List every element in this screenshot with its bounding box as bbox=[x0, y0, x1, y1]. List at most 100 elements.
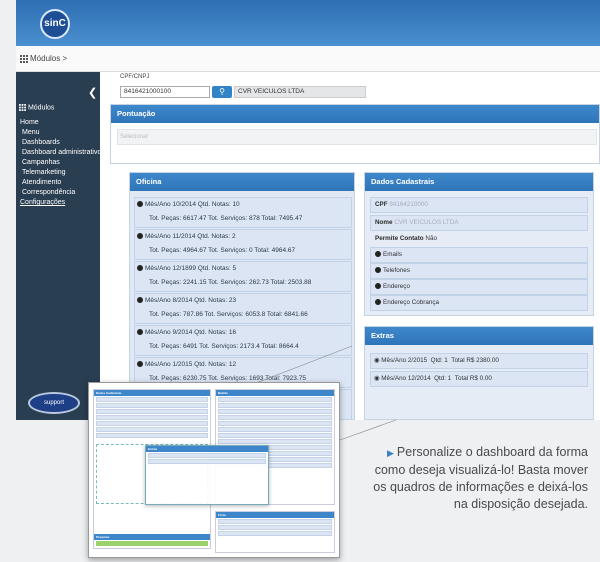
preview-row bbox=[218, 439, 332, 444]
oficina-row[interactable]: Mês/Ano 9/2014 Qtd. Notas: 16 Tot. Peças:… bbox=[134, 325, 352, 356]
sidebar-item-dashboards[interactable]: Dashboards bbox=[20, 138, 101, 148]
sinc-logo: sinC bbox=[40, 9, 70, 39]
oficina-row[interactable]: Mês/Ano 12/1899 Qtd. Notas: 5 Tot. Peças:… bbox=[134, 261, 352, 292]
oficina-row-totals: Tot. Peças: 787.86 Tot. Serviços: 6053.8… bbox=[149, 311, 308, 318]
expand-icon[interactable] bbox=[137, 361, 143, 368]
mes-ano-text: Mês/Ano 10/2014 Qtd. Notas: 10 bbox=[145, 201, 240, 208]
expand-icon bbox=[375, 267, 381, 274]
support-logo: support bbox=[28, 392, 80, 414]
extras-title[interactable]: Extras bbox=[365, 327, 593, 345]
breadcrumb: Módulos > bbox=[16, 46, 600, 72]
preview-row bbox=[218, 427, 332, 432]
oficina-row-totals: Tot. Peças: 4964.67 Tot. Serviços: 0 Tot… bbox=[149, 247, 296, 254]
endereco-cobranca-label: Endereço Cobrança bbox=[383, 299, 440, 306]
pontuacao-title[interactable]: Pontuação bbox=[111, 105, 599, 123]
total-label: Total bbox=[454, 375, 469, 382]
telefones-link[interactable]: Telefones bbox=[370, 263, 588, 279]
eye-icon: ◉ bbox=[374, 375, 380, 382]
extras-row[interactable]: ◉ Mês/Ano 12/2014 Qtd: 1 Total R$ 0.00 bbox=[370, 371, 588, 387]
dados-cadastrais-panel: Dados Cadastrais CPF 84164210000 Nome CV… bbox=[364, 172, 594, 316]
expand-icon[interactable] bbox=[137, 329, 143, 336]
sidebar-item-atendimento[interactable]: Atendimento bbox=[20, 178, 101, 188]
oficina-row-summary: Mês/Ano 12/1899 Qtd. Notas: 5 bbox=[137, 265, 236, 272]
sidebar-modules-header[interactable]: Módulos bbox=[19, 104, 54, 111]
preview-row bbox=[218, 409, 332, 414]
sidebar-item-home[interactable]: Home bbox=[20, 118, 101, 128]
grid-icon[interactable] bbox=[20, 55, 28, 63]
expand-icon[interactable] bbox=[137, 201, 143, 208]
mes-ano-text: Mês/Ano 9/2014 Qtd. Notas: 16 bbox=[145, 329, 237, 336]
search-button[interactable]: ⚲ bbox=[212, 86, 232, 98]
oficina-row-totals: Tot. Peças: 2241.15 Tot. Serviços: 262.7… bbox=[149, 279, 312, 286]
preview-row bbox=[218, 421, 332, 426]
qtd-value: 1 bbox=[444, 357, 448, 364]
preview-row bbox=[96, 397, 208, 402]
contato-label: Permite Contato bbox=[375, 235, 424, 242]
oficina-row-summary: Mês/Ano 9/2014 Qtd. Notas: 16 bbox=[137, 329, 236, 336]
endereco-link[interactable]: Endereço bbox=[370, 279, 588, 295]
mes-ano-label: Mês/Ano bbox=[381, 357, 407, 364]
dashboard-preview-inset: Dados Cadastrais Pesquisa Balcão Frota E… bbox=[88, 382, 340, 558]
mes-ano-label: Mês/Ano bbox=[381, 375, 407, 382]
endereco-cobranca-link[interactable]: Endereço Cobrança bbox=[370, 295, 588, 311]
collapse-chevron-icon[interactable]: ❮ bbox=[88, 86, 97, 99]
preview-row bbox=[218, 415, 332, 420]
expand-icon[interactable] bbox=[137, 297, 143, 304]
nome-row: Nome CVR VEICULOS LTDA bbox=[370, 215, 588, 231]
contato-row: Permite Contato Não bbox=[370, 231, 588, 247]
expand-icon[interactable] bbox=[137, 233, 143, 240]
breadcrumb-text[interactable]: Módulos > bbox=[30, 54, 67, 63]
sidebar-item-menu[interactable]: Menu bbox=[20, 128, 101, 138]
preview-row bbox=[96, 403, 208, 408]
extras-row[interactable]: ◉ Mês/Ano 2/2015 Qtd: 1 Total R$ 2380.00 bbox=[370, 353, 588, 369]
sidebar-menu: Home Menu Dashboards Dashboard administr… bbox=[20, 118, 101, 208]
preview-row bbox=[148, 453, 266, 458]
sidebar-item-campanhas[interactable]: Campanhas bbox=[20, 158, 101, 168]
cpf-cnpj-label: CPF/CNPJ bbox=[120, 74, 150, 80]
dados-cadastrais-title[interactable]: Dados Cadastrais bbox=[365, 173, 593, 191]
oficina-row[interactable]: Mês/Ano 11/2014 Qtd. Notas: 2 Tot. Peças:… bbox=[134, 229, 352, 260]
preview-balcao-title: Balcão bbox=[216, 390, 334, 396]
pontuacao-select[interactable]: Selecionar bbox=[117, 129, 597, 145]
sidebar: ❮ Módulos Home Menu Dashboards Dashboard… bbox=[16, 72, 101, 420]
sidebar-modules-label: Módulos bbox=[27, 104, 55, 112]
preview-row bbox=[148, 459, 266, 464]
eye-icon: ◉ bbox=[374, 357, 380, 364]
expand-icon[interactable] bbox=[137, 265, 143, 272]
preview-extras-title: Extras bbox=[146, 446, 268, 452]
oficina-row-totals: Tot. Peças: 6617.47 Tot. Serviços: 878 T… bbox=[149, 215, 303, 222]
triangle-bullet-icon: ▶ bbox=[386, 448, 394, 458]
oficina-row-totals: Tot. Peças: 6491 Tot. Serviços: 2173.4 T… bbox=[149, 343, 299, 350]
grid-icon bbox=[19, 104, 26, 111]
mes-ano-text: Mês/Ano 11/2014 Qtd. Notas: 2 bbox=[145, 233, 236, 240]
preview-row bbox=[96, 421, 208, 426]
oficina-row[interactable]: Mês/Ano 10/2014 Qtd. Notas: 10 Tot. Peças… bbox=[134, 197, 352, 228]
sidebar-item-dashboard-admin[interactable]: Dashboard administrativo bbox=[20, 148, 101, 158]
qtd-value: 1 bbox=[447, 375, 452, 382]
promo-text: ▶ Personalize o dashboard da forma como d… bbox=[370, 444, 588, 513]
preview-row bbox=[218, 525, 332, 530]
oficina-row-totals: Tot. Peças: 6230.75 Tot. Serviços: 1693 … bbox=[149, 375, 306, 382]
total-label: Total bbox=[451, 357, 465, 364]
oficina-row-summary: Mês/Ano 11/2014 Qtd. Notas: 2 bbox=[137, 233, 236, 240]
nome-value: CVR VEICULOS LTDA bbox=[394, 219, 459, 226]
emails-link[interactable]: Emails bbox=[370, 247, 588, 263]
cpf-cnpj-input[interactable]: 8416421000100 bbox=[120, 86, 210, 98]
sidebar-item-telemarketing[interactable]: Telemarketing bbox=[20, 168, 101, 178]
preview-pesquisa-title: Pesquisa bbox=[94, 534, 210, 540]
preview-row bbox=[218, 403, 332, 408]
oficina-row[interactable]: Mês/Ano 8/2014 Qtd. Notas: 23 Tot. Peças:… bbox=[134, 293, 352, 324]
nome-label: Nome bbox=[375, 219, 393, 226]
qtd-label: Qtd: bbox=[430, 357, 443, 364]
sidebar-item-correspondencia[interactable]: Correspondência bbox=[20, 188, 101, 198]
preview-pesquisa-bar bbox=[96, 541, 208, 546]
oficina-row-summary: Mês/Ano 10/2014 Qtd. Notas: 10 bbox=[137, 201, 240, 208]
sidebar-item-configuracoes[interactable]: Configurações bbox=[20, 198, 101, 208]
extras-panel: Extras ◉ Mês/Ano 2/2015 Qtd: 1 Total R$ … bbox=[364, 326, 594, 420]
mes-ano-text: Mês/Ano 12/1899 Qtd. Notas: 5 bbox=[145, 265, 237, 272]
endereco-label: Endereço bbox=[383, 283, 410, 290]
telefones-label: Telefones bbox=[383, 267, 410, 274]
oficina-title[interactable]: Oficina bbox=[130, 173, 354, 191]
preview-row bbox=[96, 415, 208, 420]
mes-ano-text: Mês/Ano 1/2015 Qtd. Notas: 12 bbox=[145, 361, 237, 368]
